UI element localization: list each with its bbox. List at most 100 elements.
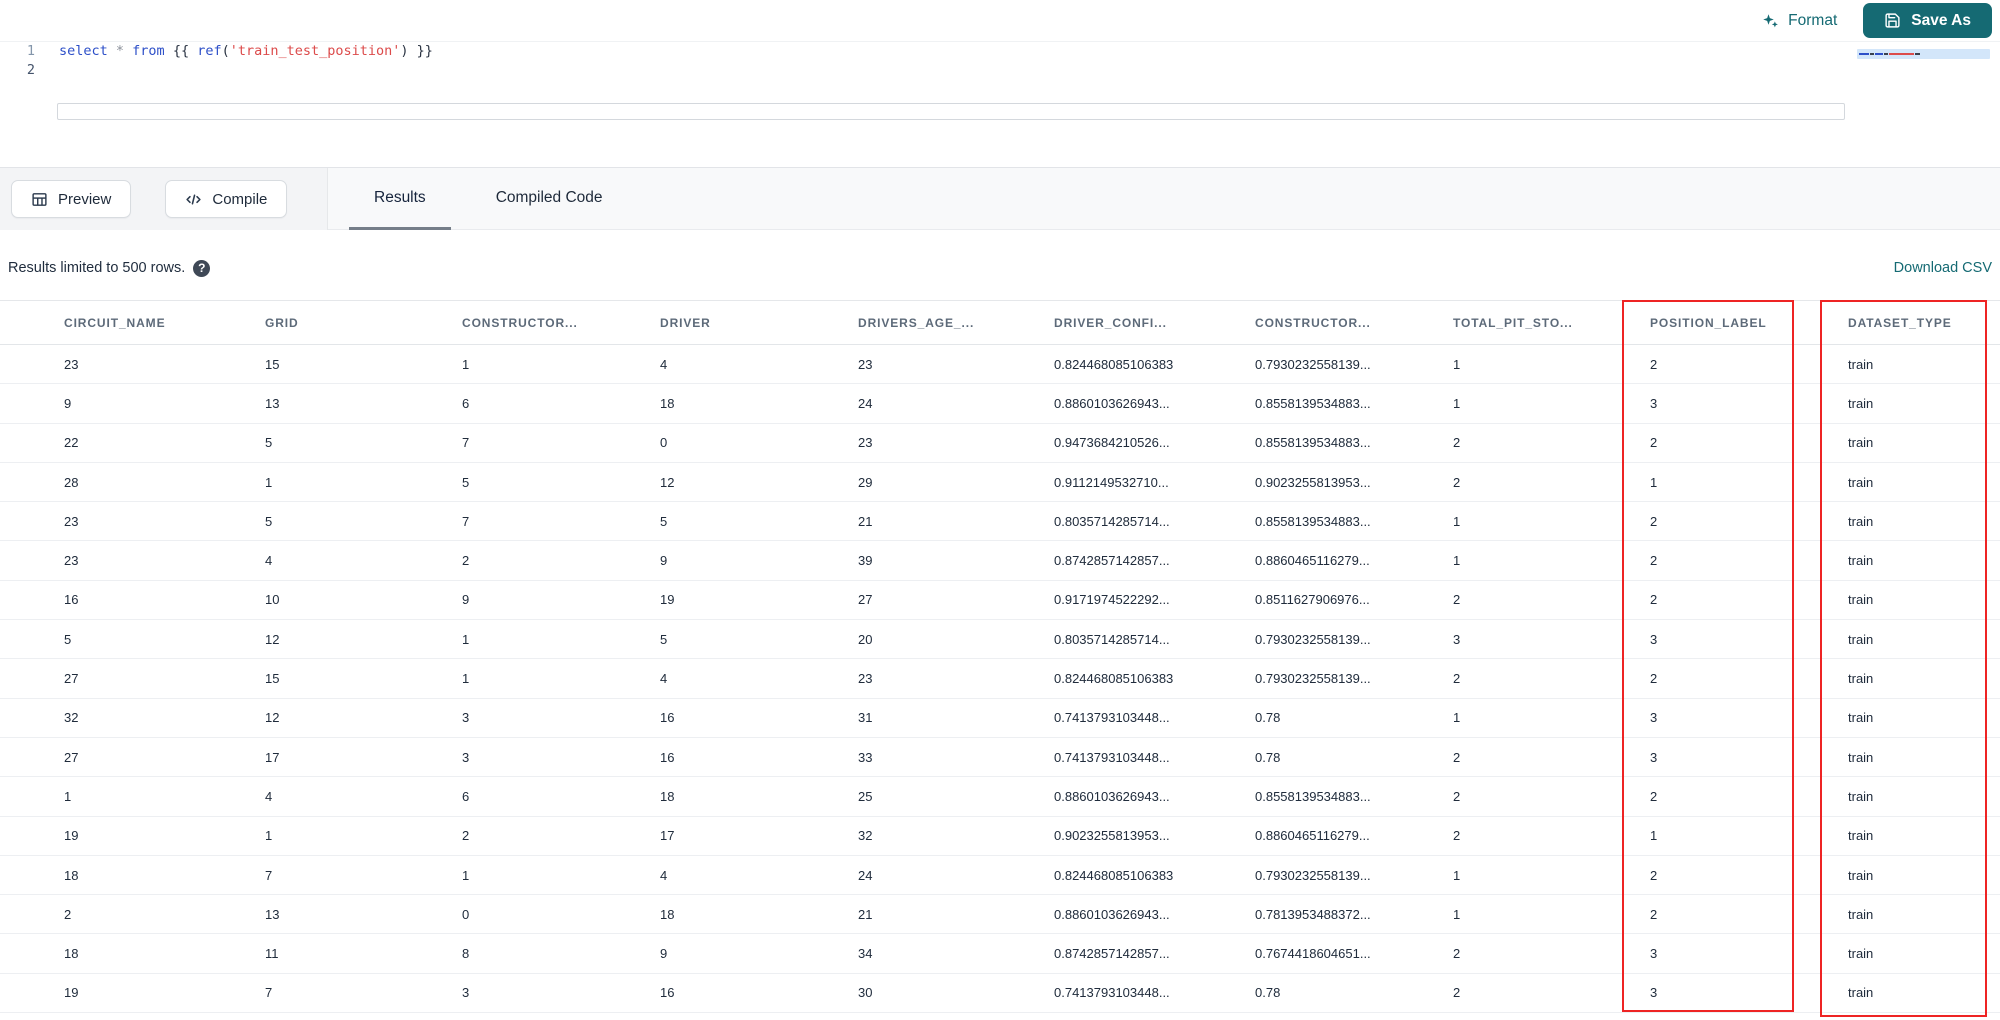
table-cell: 0.78 — [1255, 985, 1281, 1001]
compile-label: Compile — [212, 190, 268, 208]
save-as-label: Save As — [1911, 11, 1971, 29]
table-cell: 1 — [1453, 867, 1461, 883]
table-cell: 1 — [1453, 395, 1461, 411]
table-cell: 3 — [1650, 395, 1658, 411]
table-cell: 7 — [462, 435, 470, 451]
table-cell: train — [1848, 749, 1874, 765]
table-cell: 18 — [660, 788, 675, 804]
table-cell: 2 — [462, 553, 470, 569]
table-cell: 2 — [1453, 749, 1461, 765]
table-cell: 31 — [858, 710, 873, 726]
table-cell: train — [1848, 592, 1874, 608]
code-line-1[interactable]: select * from {{ ref('train_test_positio… — [44, 42, 1850, 61]
table-row: 18 11 8 9 34 0.8742857142857... 0.767441… — [0, 934, 2000, 974]
table-cell: 2 — [1650, 513, 1658, 529]
table-cell: train — [1848, 474, 1874, 490]
table-cell: 1 — [265, 828, 273, 844]
table-cell: 32 — [858, 828, 873, 844]
table-cell: 7 — [265, 985, 273, 1001]
table-cell: 19 — [660, 592, 675, 608]
jinja-brace: {{ — [172, 43, 198, 59]
table-cell: train — [1848, 710, 1874, 726]
format-button[interactable]: Format — [1761, 12, 1837, 30]
table-cell: 0.9473684210526... — [1054, 435, 1170, 451]
table-cell: 2 — [1650, 592, 1658, 608]
line-number-gutter: 1 2 — [0, 42, 44, 167]
table-cell: 4 — [660, 356, 668, 372]
table-cell: train — [1848, 671, 1874, 687]
table-cell: 0.78 — [1255, 749, 1281, 765]
table-cell: 1 — [462, 867, 470, 883]
table-row: 23 15 1 4 23 0.824468085106383 0.7930232… — [0, 345, 2000, 385]
table-cell: 1 — [462, 671, 470, 687]
results-limit-text: Results limited to 500 rows. — [8, 260, 186, 276]
table-cell: 12 — [265, 710, 280, 726]
line-number-2: 2 — [26, 62, 35, 78]
table-cell: train — [1848, 828, 1874, 844]
column-header-dataset-type: DATASET_TYPE — [1848, 315, 1952, 330]
table-row: 16 10 9 19 27 0.9171974522292... 0.85116… — [0, 580, 2000, 621]
table-cell: 3 — [1650, 631, 1658, 647]
table-cell: 1 — [1453, 710, 1461, 726]
table-cell: train — [1848, 867, 1874, 883]
table-cell: 23 — [858, 671, 873, 687]
table-cell: 7 — [462, 513, 470, 529]
table-cell: 2 — [64, 906, 72, 922]
code-area[interactable]: select * from {{ ref('train_test_positio… — [44, 42, 1850, 61]
column-header-constructor: CONSTRUCTOR... — [462, 315, 578, 330]
editor-minimap[interactable] — [1857, 45, 1990, 69]
table-cell: 17 — [660, 828, 675, 844]
active-line-cursor-box[interactable] — [57, 103, 1845, 120]
table-row: 2 13 0 18 21 0.8860103626943... 0.781395… — [0, 895, 2000, 935]
table-cell: 5 — [265, 513, 273, 529]
minimap-code-line — [1859, 53, 1920, 55]
table-cell: 1 — [462, 631, 470, 647]
table-cell: 16 — [660, 749, 675, 765]
table-cell: 5 — [660, 631, 668, 647]
table-cell: 15 — [265, 671, 280, 687]
paren: ( — [221, 43, 230, 59]
compile-button[interactable]: Compile — [165, 180, 288, 218]
tab-results[interactable]: Results — [349, 168, 451, 230]
table-cell: 5 — [660, 513, 668, 529]
preview-button[interactable]: Preview — [11, 180, 132, 218]
table-cell: 0.8558139534883... — [1255, 513, 1371, 529]
table-cell: 23 — [64, 356, 79, 372]
results-toolbar: Preview Compile Results Compiled Code — [0, 168, 2000, 230]
sql-keyword: from — [132, 43, 173, 59]
table-cell: 6 — [462, 788, 470, 804]
table-cell: 18 — [660, 906, 675, 922]
table-grid-icon — [32, 192, 47, 206]
table-cell: 0.8860103626943... — [1054, 395, 1170, 411]
table-cell: 3 — [1453, 631, 1461, 647]
table-cell: 2 — [1453, 985, 1461, 1001]
table-cell: 1 — [1650, 474, 1658, 490]
table-cell: 0.7930232558139... — [1255, 631, 1371, 647]
table-cell: 3 — [1650, 946, 1658, 962]
results-header: Results limited to 500 rows. ? Download … — [0, 230, 2000, 300]
save-as-button[interactable]: Save As — [1863, 3, 1992, 38]
code-brackets-icon — [186, 193, 202, 205]
dbt-ide-window: Format Save As 1 2 select * from {{ ref(… — [0, 0, 2000, 1020]
table-cell: 24 — [858, 395, 873, 411]
table-cell: 18 — [64, 867, 79, 883]
tab-compiled-code[interactable]: Compiled Code — [471, 168, 628, 230]
table-cell: 2 — [1453, 828, 1461, 844]
table-cell: 0.7930232558139... — [1255, 671, 1371, 687]
table-cell: 21 — [858, 906, 873, 922]
table-cell: 8 — [462, 946, 470, 962]
table-cell: 2 — [1453, 592, 1461, 608]
sql-string: 'train_test_position' — [229, 43, 401, 59]
tab-compiled-code-label: Compiled Code — [495, 188, 603, 206]
table-cell: 1 — [1453, 513, 1461, 529]
table-cell: 1 — [1453, 906, 1461, 922]
download-csv-link[interactable]: Download CSV — [1894, 260, 1992, 276]
sql-code-editor[interactable]: 1 2 select * from {{ ref('train_test_pos… — [0, 42, 2000, 168]
table-header-row: CIRCUIT_NAME GRID CONSTRUCTOR... DRIVER … — [0, 300, 2000, 345]
table-cell: 3 — [462, 749, 470, 765]
table-cell: 15 — [265, 356, 280, 372]
table-cell: 20 — [858, 631, 873, 647]
table-cell: 5 — [265, 435, 273, 451]
table-cell: 18 — [660, 395, 675, 411]
question-mark-icon[interactable]: ? — [193, 259, 211, 277]
